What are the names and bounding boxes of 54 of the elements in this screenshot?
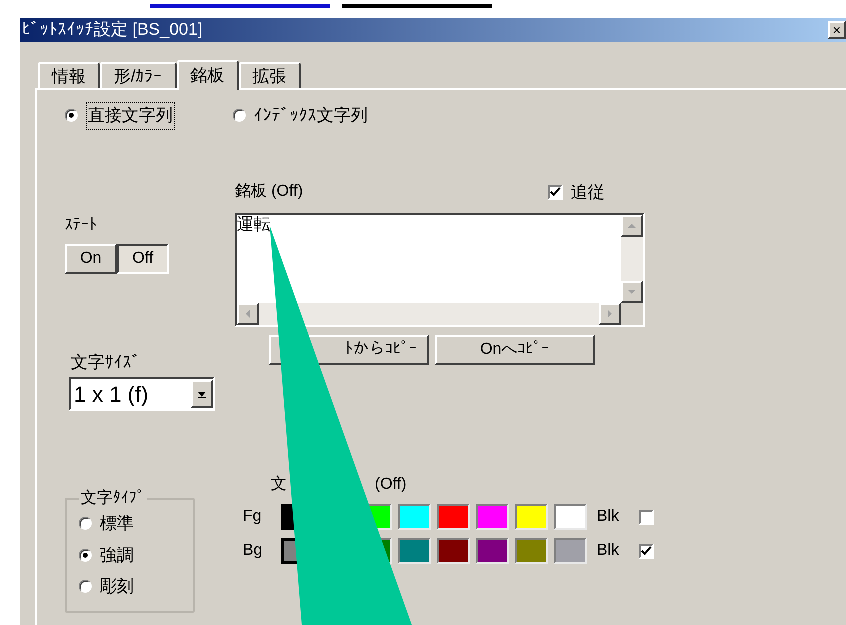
- state-toggle[interactable]: On: [65, 244, 117, 274]
- nameplate-text-area[interactable]: 運転: [235, 213, 645, 327]
- scrollbar-corner: [621, 303, 643, 325]
- text-type-label: 文字ﾀｲﾌﾟ: [80, 488, 146, 509]
- radio-button[interactable]: [79, 548, 92, 562]
- arrow-down-icon: [627, 287, 637, 297]
- color-row-label: Bg: [243, 541, 264, 561]
- radio-button[interactable]: [65, 109, 78, 122]
- radio-label: 直接文字列: [86, 102, 175, 130]
- arrow-up-icon: [627, 221, 637, 231]
- color-swatch[interactable]: [476, 504, 509, 530]
- state-toggle[interactable]: Off: [117, 244, 169, 274]
- scroll-right-button[interactable]: [599, 303, 621, 325]
- blink-label: Blk: [597, 507, 620, 527]
- scroll-up-button[interactable]: [621, 215, 643, 237]
- text-color-label: (Off): [375, 475, 407, 495]
- color-swatch[interactable]: [476, 538, 509, 564]
- checkbox[interactable]: [548, 184, 563, 200]
- text-type-option: 強調: [100, 542, 134, 568]
- nameplate-label: 銘板 (Off): [235, 182, 304, 202]
- nameplate-text: 運転: [237, 215, 272, 236]
- copy-button[interactable]: Onへｺﾋﾟｰ: [435, 335, 595, 365]
- text-type-option: 標準: [100, 511, 134, 536]
- checkbox[interactable]: [639, 544, 654, 558]
- tab[interactable]: 銘板: [176, 60, 239, 90]
- text-type-option: 彫刻: [100, 574, 134, 600]
- window-title: ﾋﾞｯﾄｽｲｯﾁ設定 [BS_001]: [21, 19, 203, 42]
- color-swatch[interactable]: [398, 504, 431, 530]
- color-row-label: Fg: [243, 507, 263, 527]
- tab[interactable]: 拡張: [238, 62, 301, 88]
- close-button[interactable]: ×: [828, 21, 846, 39]
- color-swatch[interactable]: [437, 538, 470, 564]
- radio-button[interactable]: [233, 109, 246, 122]
- scroll-down-button[interactable]: [621, 281, 643, 303]
- color-swatch[interactable]: [515, 504, 548, 530]
- arrow-right-icon: [605, 309, 615, 319]
- tab[interactable]: 形/ｶﾗｰ: [100, 62, 177, 88]
- text-color-label: 文: [271, 474, 287, 495]
- text-size-dropdown[interactable]: 1 x 1 (f): [69, 377, 215, 411]
- follow-label: 追従: [571, 182, 605, 204]
- scroll-left-button[interactable]: [237, 303, 259, 325]
- radio-label: ｲﾝﾃﾞｯｸｽ文字列: [254, 105, 368, 127]
- blink-label: Blk: [597, 541, 620, 561]
- checkbox[interactable]: [639, 510, 654, 524]
- text-size-label: 文字ｻｲｽﾞ: [71, 352, 142, 374]
- tab[interactable]: 情報: [38, 62, 100, 88]
- radio-button[interactable]: [79, 580, 92, 594]
- radio-button[interactable]: [79, 517, 92, 530]
- color-swatch[interactable]: [437, 504, 470, 530]
- state-label: ｽﾃｰﾄ: [65, 216, 98, 236]
- color-swatch[interactable]: [515, 538, 548, 564]
- color-swatch[interactable]: [554, 538, 587, 564]
- color-swatch[interactable]: [554, 504, 587, 530]
- color-swatch[interactable]: [398, 538, 431, 564]
